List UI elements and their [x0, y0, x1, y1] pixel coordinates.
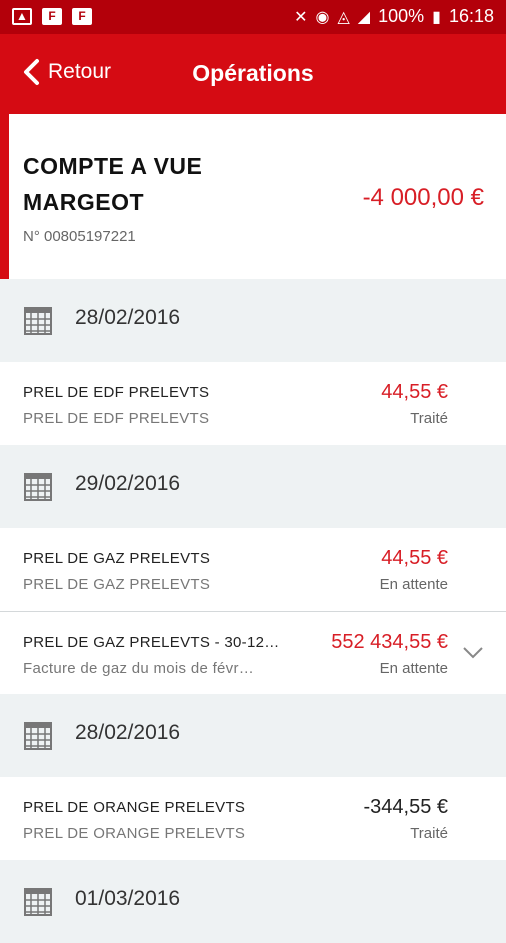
calendar-icon	[24, 722, 52, 750]
date-label: 29/02/2016	[75, 472, 181, 495]
operation-status: Traité	[410, 410, 448, 427]
operation-label: PREL DE EDF PRELEVTS	[23, 384, 210, 401]
calendar-icon	[24, 307, 52, 335]
battery-level: 100%	[378, 6, 425, 26]
date-label: 28/02/2016	[75, 306, 181, 329]
operation-row[interactable]: PREL DE GAZ PRELEVTS PREL DE GAZ PRELEVT…	[0, 528, 506, 611]
account-name: COMPTE A VUE MARGEOT	[23, 153, 203, 215]
signal-icon: ◢	[357, 8, 371, 26]
date-header: 28/02/2016	[0, 279, 506, 362]
account-balance: -4 000,00 €	[362, 184, 484, 211]
app-notification-icon-2: F	[72, 8, 92, 25]
operation-amount: 552 434,55 €	[331, 631, 448, 653]
operation-status: Traité	[410, 825, 448, 842]
operation-amount: 44,55 €	[381, 547, 448, 569]
operation-amount: 44,55 €	[381, 381, 448, 403]
date-header: 29/02/2016	[0, 445, 506, 528]
date-label: 01/03/2016	[75, 887, 181, 910]
operation-sublabel: Facture de gaz du mois de févr…	[23, 660, 255, 677]
alarm-icon: ◉	[315, 8, 330, 26]
clock: 16:18	[448, 6, 494, 26]
operation-status: En attente	[379, 576, 448, 593]
operation-row[interactable]: PREL DE ORANGE PRELEVTS PREL DE ORANGE P…	[0, 777, 506, 860]
date-header: 28/02/2016	[0, 694, 506, 777]
calendar-icon	[24, 888, 52, 916]
operation-row[interactable]: PREL DE EDF PRELEVTS PREL DE EDF PRELEVT…	[0, 362, 506, 445]
calendar-icon	[24, 473, 52, 501]
operation-row-expandable[interactable]: PREL DE GAZ PRELEVTS - 30-12… Facture de…	[0, 611, 506, 694]
app-notification-icon: F	[42, 8, 62, 25]
mute-icon: ✕	[294, 8, 308, 26]
date-header: 01/03/2016	[0, 860, 506, 943]
date-label: 28/02/2016	[75, 721, 181, 744]
page-title: Opérations	[192, 60, 314, 86]
operation-label: PREL DE ORANGE PRELEVTS	[23, 799, 246, 816]
app-bar: Retour Opérations	[0, 34, 506, 114]
wifi-icon: ◬	[337, 8, 350, 26]
operation-label: PREL DE GAZ PRELEVTS	[23, 550, 211, 567]
account-card[interactable]: COMPTE A VUE MARGEOT N° 00805197221 -4 0…	[0, 114, 506, 279]
battery-icon: ▮	[432, 8, 441, 26]
account-number: N° 00805197221	[23, 228, 136, 245]
operation-label: PREL DE GAZ PRELEVTS - 30-12…	[23, 634, 280, 651]
chevron-down-icon[interactable]	[462, 646, 484, 660]
operations-list: 28/02/2016 PREL DE EDF PRELEVTS PREL DE …	[0, 279, 506, 943]
operation-sublabel: PREL DE GAZ PRELEVTS	[23, 576, 211, 593]
operation-sublabel: PREL DE ORANGE PRELEVTS	[23, 825, 246, 842]
image-notification-icon: ▲	[12, 8, 32, 25]
operation-amount: -344,55 €	[363, 796, 448, 818]
operation-sublabel: PREL DE EDF PRELEVTS	[23, 410, 210, 427]
status-bar: ▲ F F ✕ ◉ ◬ ◢ 100% ▮ 16:18	[0, 0, 506, 34]
operation-status: En attente	[379, 660, 448, 677]
